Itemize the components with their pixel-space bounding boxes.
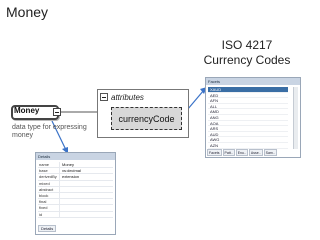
currency-code-attribute[interactable]: currencyCode <box>111 107 182 130</box>
details-value[interactable]: extension <box>60 174 113 179</box>
details-key: base <box>38 168 60 174</box>
attributes-label: attributes <box>111 92 144 102</box>
details-value[interactable] <box>60 193 113 198</box>
money-description: data type for expressing money <box>12 124 87 139</box>
tab-facets[interactable]: Facets <box>207 149 222 156</box>
details-key: fixed <box>38 205 60 211</box>
tab-assertions[interactable]: Asse.. <box>248 149 263 156</box>
facets-panel: Facets XAUD AED AFN ALL AMD ANG AOA ARS … <box>205 77 301 158</box>
tab-samples[interactable]: Sam.. <box>263 149 277 156</box>
details-value[interactable] <box>60 181 113 186</box>
details-key: name <box>38 162 60 168</box>
expand-handle-icon[interactable] <box>53 108 61 116</box>
details-row[interactable]: id <box>38 211 113 218</box>
details-table: name Money base xs:decimal derivedBy extens… <box>38 162 113 218</box>
facets-tabs: Facets Patt.. Enu.. Asse.. Sam.. <box>207 149 299 156</box>
details-value[interactable]: xs:decimal <box>60 168 113 173</box>
details-key: final <box>38 199 60 205</box>
details-key: id <box>38 211 60 217</box>
details-value[interactable] <box>60 205 113 210</box>
tab-enumerations[interactable]: Enu.. <box>235 149 248 156</box>
details-key: mixed <box>38 180 60 186</box>
facets-scrollbar[interactable] <box>293 87 298 149</box>
facet-item[interactable]: AZN <box>208 143 288 149</box>
details-value[interactable] <box>60 187 113 192</box>
details-value[interactable] <box>60 199 113 204</box>
details-value[interactable] <box>60 212 113 217</box>
facets-list: XAUD AED AFN ALL AMD ANG AOA ARS AUD AWG… <box>208 87 288 149</box>
tab-patterns[interactable]: Patt.. <box>222 149 235 156</box>
iso-title: ISO 4217 Currency Codes <box>197 38 297 68</box>
iso-title-line1: ISO 4217 <box>221 38 273 52</box>
details-panel: Details name Money base xs:decimal derived… <box>35 152 116 235</box>
facets-panel-title: Facets <box>206 78 300 85</box>
money-element-label: Money <box>14 106 40 115</box>
details-key: abstract <box>38 186 60 192</box>
details-key: block <box>38 192 60 199</box>
details-value[interactable]: Money <box>60 162 113 167</box>
details-panel-title: Details <box>36 153 115 160</box>
collapse-icon[interactable] <box>100 93 108 101</box>
details-key: derivedBy <box>38 174 60 180</box>
attributes-header: attributes <box>100 91 144 103</box>
slide-title: Money <box>6 4 49 20</box>
iso-title-line2: Currency Codes <box>203 53 291 67</box>
tab-details[interactable]: Details <box>38 225 57 232</box>
